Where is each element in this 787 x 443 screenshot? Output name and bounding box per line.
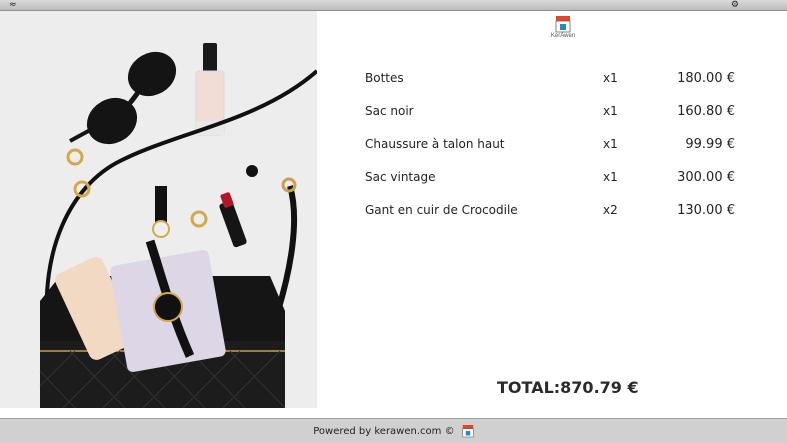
- kerawen-logo: KerAwen: [546, 15, 580, 43]
- item-name: Sac noir: [365, 104, 414, 118]
- item-price: 99.99 €: [685, 137, 735, 152]
- shop-storefront-icon: [555, 16, 571, 33]
- gear-icon[interactable]: ⚙: [731, 0, 739, 11]
- item-qty: x1: [603, 71, 618, 85]
- item-price: 160.80 €: [677, 104, 735, 119]
- system-status-bar: ≈ ⚙: [0, 0, 787, 11]
- item-price: 130.00 €: [677, 203, 735, 218]
- shop-storefront-icon: [462, 425, 474, 438]
- item-price: 300.00 €: [677, 170, 735, 185]
- list-item: Chaussure à talon haut x1 99.99 €: [365, 128, 745, 161]
- list-item: Sac noir x1 160.80 €: [365, 95, 745, 128]
- cart-total: TOTAL:870.79 €: [497, 378, 639, 397]
- item-name: Gant en cuir de Crocodile: [365, 203, 518, 217]
- cart-items-list: Bottes x1 180.00 € Sac noir x1 160.80 € …: [365, 62, 745, 227]
- item-name: Sac vintage: [365, 170, 436, 184]
- product-photo-handbag: [0, 11, 317, 408]
- list-item: Bottes x1 180.00 €: [365, 62, 745, 95]
- item-name: Chaussure à talon haut: [365, 137, 505, 151]
- item-qty: x1: [603, 137, 618, 151]
- item-qty: x1: [603, 170, 618, 184]
- item-name: Bottes: [365, 71, 404, 85]
- item-price: 180.00 €: [677, 71, 735, 86]
- list-item: Sac vintage x1 300.00 €: [365, 161, 745, 194]
- footer: Powered by kerawen.com ©: [0, 418, 787, 443]
- wifi-icon: ≈: [9, 0, 17, 10]
- item-qty: x1: [603, 104, 618, 118]
- logo-text: KerAwen: [550, 33, 576, 39]
- item-qty: x2: [603, 203, 618, 217]
- powered-by-text: Powered by kerawen.com ©: [313, 426, 455, 437]
- product-photo: [0, 11, 317, 408]
- list-item: Gant en cuir de Crocodile x2 130.00 €: [365, 194, 745, 227]
